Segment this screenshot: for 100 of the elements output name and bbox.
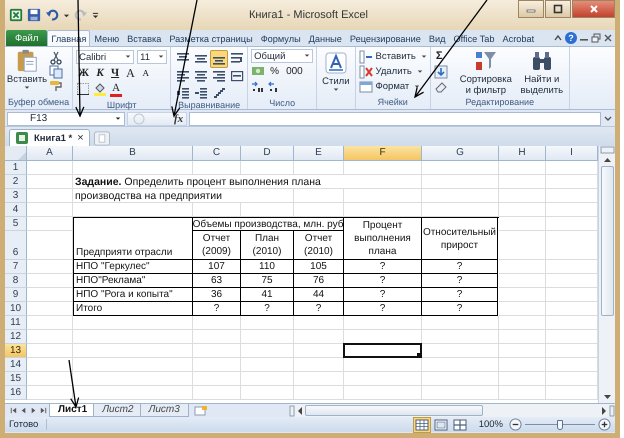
row-header[interactable]: 14	[5, 358, 27, 372]
table-header: Относительный прирост	[422, 218, 498, 260]
sheet-tab[interactable]: Лист3	[140, 404, 189, 417]
row-header[interactable]: 15	[5, 372, 27, 386]
table-cell: ?	[422, 288, 498, 302]
table-cell: НПО "Геркулес"	[74, 260, 193, 274]
table-header: Объемы производства, млн. руб	[193, 218, 344, 231]
column-header[interactable]: A	[27, 146, 73, 161]
row-header[interactable]: 10	[5, 302, 27, 316]
column-header[interactable]: G	[422, 146, 499, 161]
sort-filter-button[interactable]: Сортировка и фильтр	[456, 49, 515, 97]
table-cell: ?	[422, 260, 498, 274]
file-tab[interactable]: Файл	[6, 30, 48, 46]
document-tab[interactable]: Книга1 * ×	[9, 129, 90, 146]
ribbon-tab[interactable]: Вставка	[123, 31, 166, 46]
find-select-button[interactable]: Найти и выделить	[518, 49, 566, 97]
name-box[interactable]: F13	[7, 112, 125, 126]
table-cell: ?	[422, 302, 498, 316]
column-header[interactable]: B	[73, 146, 193, 161]
table-cell: 44	[294, 288, 344, 302]
table-header: Отчет (2009)	[193, 231, 241, 260]
format-cells-button[interactable]: Формат	[358, 79, 427, 94]
table-cell: 63	[193, 274, 241, 288]
table-cell: 105	[294, 260, 344, 274]
row-header[interactable]: 1	[5, 161, 27, 175]
font-size-field[interactable]: 11	[137, 50, 168, 64]
row-header[interactable]: 3	[5, 189, 27, 203]
row-header[interactable]: 16	[5, 386, 27, 400]
autosum-button[interactable]: Σ	[434, 49, 454, 64]
number-format-field[interactable]: Общий	[251, 49, 314, 63]
table-cell: 107	[193, 260, 241, 274]
insert-function-button[interactable]: fx	[174, 112, 184, 124]
table-cell: 41	[241, 288, 294, 302]
table-cell: НПО"Реклама"	[74, 274, 193, 288]
group-label: Число	[268, 98, 296, 109]
help-button[interactable]: ?	[565, 32, 577, 44]
zoom-level[interactable]: 100%	[478, 419, 503, 430]
row-header[interactable]: 6	[5, 231, 27, 260]
table-cell: 36	[193, 288, 241, 302]
shrink-font-button[interactable]: A	[140, 66, 152, 80]
font-field[interactable]: Calibri	[76, 50, 134, 64]
grow-font-button[interactable]: A	[124, 66, 137, 80]
column-header[interactable]: C	[193, 146, 241, 161]
underline-button[interactable]: Ч	[109, 66, 122, 80]
font-color-button[interactable]: A	[110, 82, 122, 96]
table-cell: ?	[241, 302, 294, 316]
column-header[interactable]: E	[294, 146, 344, 161]
table-cell: ?	[344, 288, 422, 302]
row-header[interactable]: 12	[5, 330, 27, 344]
column-header[interactable]: D	[241, 146, 294, 161]
table-cell: ?	[422, 274, 498, 288]
row-header[interactable]: 5	[5, 217, 27, 231]
table-header: План (2010)	[241, 231, 294, 260]
group-label: Редактирование	[464, 97, 536, 109]
italic-button[interactable]: К	[94, 66, 106, 80]
row-header[interactable]: 2	[5, 175, 27, 189]
group-label: Выравнивание	[177, 100, 242, 110]
ribbon-tab[interactable]: Формулы	[256, 31, 305, 46]
table-cell: ?	[344, 260, 422, 274]
table-cell: ?	[193, 302, 241, 316]
ribbon-tab[interactable]: Acrobat	[498, 31, 538, 46]
percent-button[interactable]: %	[268, 64, 282, 78]
row-header[interactable]: 7	[5, 260, 27, 274]
table-header: Процент выполнения плана	[344, 218, 422, 260]
table-cell: ?	[344, 302, 422, 316]
row-header[interactable]: 11	[5, 316, 27, 330]
sheet-tab[interactable]: Лист2	[93, 404, 142, 417]
status-text: Готово	[9, 419, 48, 430]
table-cell: ?	[344, 274, 422, 288]
table-cell: 76	[294, 274, 344, 288]
row-header[interactable]: 8	[5, 274, 27, 288]
row-header[interactable]: 4	[5, 203, 27, 217]
group-label: Шрифт	[106, 100, 138, 110]
table-header: Отчет (2010)	[294, 231, 344, 260]
table-cell: Итого	[74, 302, 193, 316]
insert-cells-button[interactable]: Вставить	[358, 49, 427, 64]
ribbon-tab[interactable]: Меню	[90, 31, 124, 46]
table-header: Предприяти отрасли	[74, 218, 193, 260]
close-tab-button[interactable]: ×	[77, 132, 84, 144]
group-label: Буфер обмена	[8, 97, 70, 109]
styles-button[interactable]: Стили	[320, 51, 352, 93]
ribbon-tab[interactable]: Данные	[304, 31, 346, 46]
table-cell: 75	[241, 274, 294, 288]
column-header[interactable]: F	[344, 146, 422, 161]
table-cell: 110	[241, 260, 294, 274]
table-cell: НПО "Рога и копыта"	[74, 288, 193, 302]
window-title: Книга1 - Microsoft Excel	[248, 9, 369, 21]
column-header[interactable]: H	[499, 146, 546, 161]
row-header[interactable]: 9	[5, 288, 27, 302]
row-header[interactable]: 13	[5, 344, 27, 358]
column-header[interactable]: I	[546, 146, 598, 161]
ribbon-tab[interactable]: Рецензирование	[346, 31, 425, 46]
paste-button[interactable]: Вставить	[8, 49, 46, 97]
table-cell: ?	[294, 302, 344, 316]
thousands-button[interactable]: 000	[284, 64, 305, 78]
ribbon-tab[interactable]: Вид	[424, 31, 450, 46]
delete-cells-button[interactable]: Удалить	[358, 64, 427, 79]
document-tab-label: Книга1 *	[34, 132, 72, 144]
task-text: Задание. Определить процент выполнения плана	[73, 175, 344, 189]
group-label: Ячейки	[376, 97, 409, 109]
